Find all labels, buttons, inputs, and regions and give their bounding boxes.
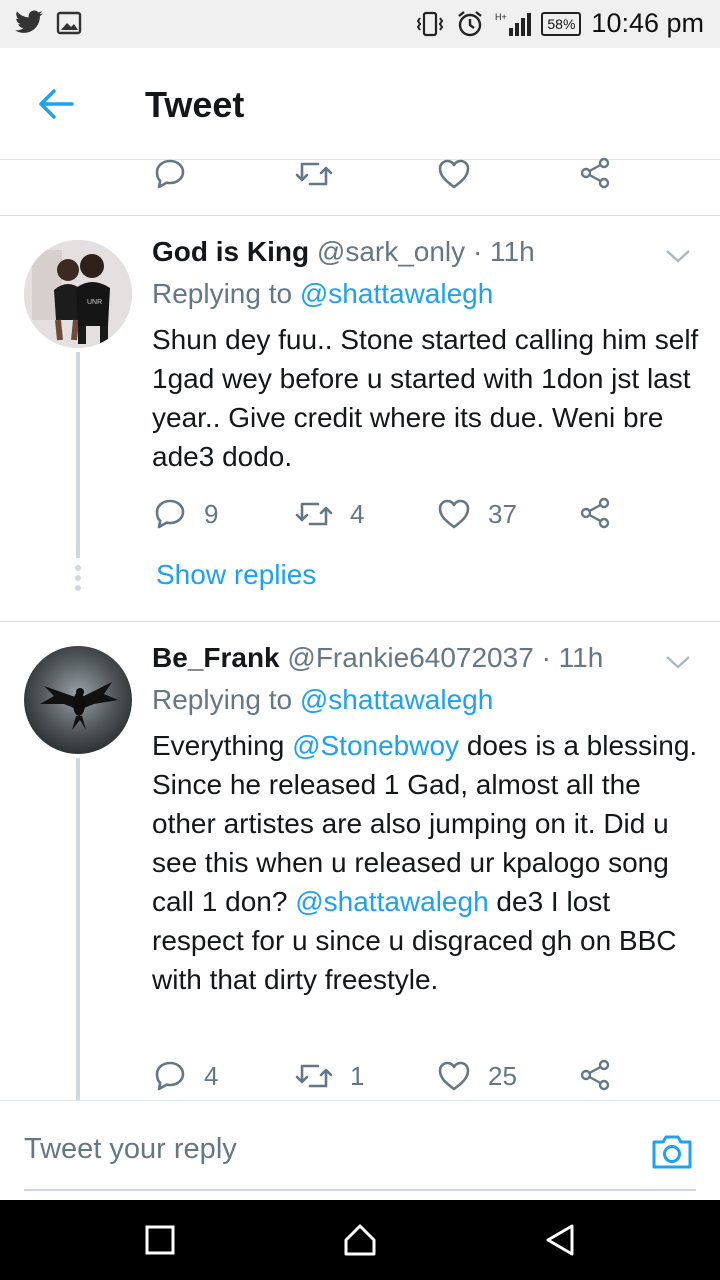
thread-line: [76, 758, 80, 1100]
reply-icon: [155, 499, 185, 529]
share-button[interactable]: [578, 1058, 612, 1092]
tweet-header: God is King @sark_only · 11h: [152, 236, 535, 268]
alarm-icon: [458, 10, 483, 36]
home-icon[interactable]: [340, 1220, 380, 1260]
tweet-text: Everything @Stonebwoy does is a blessing…: [152, 726, 702, 999]
heart-icon: [438, 499, 470, 529]
svg-text:UNR: UNR: [87, 299, 102, 306]
chevron-down-icon[interactable]: [664, 246, 692, 266]
replying-to-link[interactable]: @shattawalegh: [300, 278, 493, 309]
image-icon: [56, 11, 82, 35]
share-icon: [580, 1059, 610, 1091]
avatar[interactable]: UNR: [24, 240, 132, 348]
reply-button[interactable]: 4: [152, 1058, 218, 1094]
reply-count: 4: [204, 1060, 219, 1091]
chevron-down-icon[interactable]: [664, 652, 692, 672]
replying-to-link[interactable]: @shattawalegh: [300, 684, 493, 715]
app-header: Tweet: [0, 48, 720, 160]
input-underline: [24, 1189, 696, 1191]
retweet-icon: [295, 502, 333, 526]
tweet-actions-top: [152, 156, 632, 196]
reply-composer: Tweet your reply: [0, 1100, 720, 1200]
mention-link[interactable]: @shattawalegh: [295, 886, 488, 917]
heart-icon: [438, 1061, 470, 1091]
vibrate-icon: [417, 11, 444, 36]
thread-dots: [75, 565, 81, 595]
tweet-actions: 4 1 25: [152, 1058, 632, 1098]
mention-link[interactable]: @Stonebwoy: [292, 730, 459, 761]
retweet-icon: [295, 1064, 333, 1088]
thread-line: [76, 352, 80, 558]
display-name[interactable]: Be_Frank: [152, 642, 280, 673]
arrow-left-icon[interactable]: [36, 84, 76, 124]
text-segment: Everything: [152, 730, 293, 761]
like-button[interactable]: [436, 156, 472, 192]
reply-icon: [155, 1061, 185, 1091]
retweet-count: 1: [350, 1060, 365, 1091]
show-replies-link[interactable]: Show replies: [156, 559, 316, 591]
heart-icon: [438, 159, 470, 189]
tweet-actions: 9 4 37: [152, 496, 632, 536]
back-nav-icon[interactable]: [540, 1220, 580, 1260]
replying-to: Replying to @shattawalegh: [152, 684, 493, 716]
reply-icon: [155, 159, 185, 189]
like-button[interactable]: 25: [436, 1058, 517, 1094]
retweet-button[interactable]: [294, 156, 334, 192]
retweet-icon: [295, 162, 333, 186]
tweet-item[interactable]: UNR God is King @sark_only · 11h Replyin…: [0, 216, 720, 620]
handle[interactable]: @Frankie64072037: [287, 642, 533, 673]
share-icon: [580, 497, 610, 529]
status-time: 10:46 pm: [591, 8, 704, 38]
signal-icon: H+: [495, 12, 532, 36]
page-title: Tweet: [145, 84, 245, 125]
replying-to: Replying to @shattawalegh: [152, 278, 493, 310]
like-count: 37: [488, 498, 517, 529]
twitter-bird-icon: [15, 10, 43, 33]
retweet-count: 4: [350, 498, 365, 529]
retweet-button[interactable]: 4: [294, 496, 364, 532]
reply-button[interactable]: 9: [152, 496, 218, 532]
camera-icon[interactable]: [650, 1129, 694, 1173]
reply-count: 9: [204, 498, 219, 529]
timestamp: · 11h: [472, 236, 535, 267]
retweet-button[interactable]: 1: [294, 1058, 364, 1094]
reply-button[interactable]: [152, 156, 188, 192]
avatar[interactable]: [24, 646, 132, 754]
like-button[interactable]: 37: [436, 496, 517, 532]
tweet-header: Be_Frank @Frankie64072037 · 11h: [152, 642, 603, 674]
share-icon: [580, 157, 610, 189]
share-button[interactable]: [578, 156, 612, 190]
handle[interactable]: @sark_only: [317, 236, 465, 267]
replying-prefix: Replying to: [152, 684, 293, 715]
like-count: 25: [488, 1060, 517, 1091]
battery-icon: 58%: [541, 11, 582, 36]
status-bar: H+ 58% 10:46 pm: [0, 0, 720, 48]
share-button[interactable]: [578, 496, 612, 530]
tweet-text: Shun dey fuu.. Stone started calling him…: [152, 324, 699, 472]
svg-text:H+: H+: [495, 12, 507, 22]
reply-input[interactable]: Tweet your reply: [24, 1133, 237, 1166]
replying-prefix: Replying to: [152, 278, 293, 309]
tweet-item[interactable]: Be_Frank @Frankie64072037 · 11h Replying…: [0, 622, 720, 1100]
display-name[interactable]: God is King: [152, 236, 309, 267]
recents-icon[interactable]: [140, 1220, 180, 1260]
timestamp: · 11h: [541, 642, 604, 673]
system-nav-bar: [0, 1200, 720, 1280]
